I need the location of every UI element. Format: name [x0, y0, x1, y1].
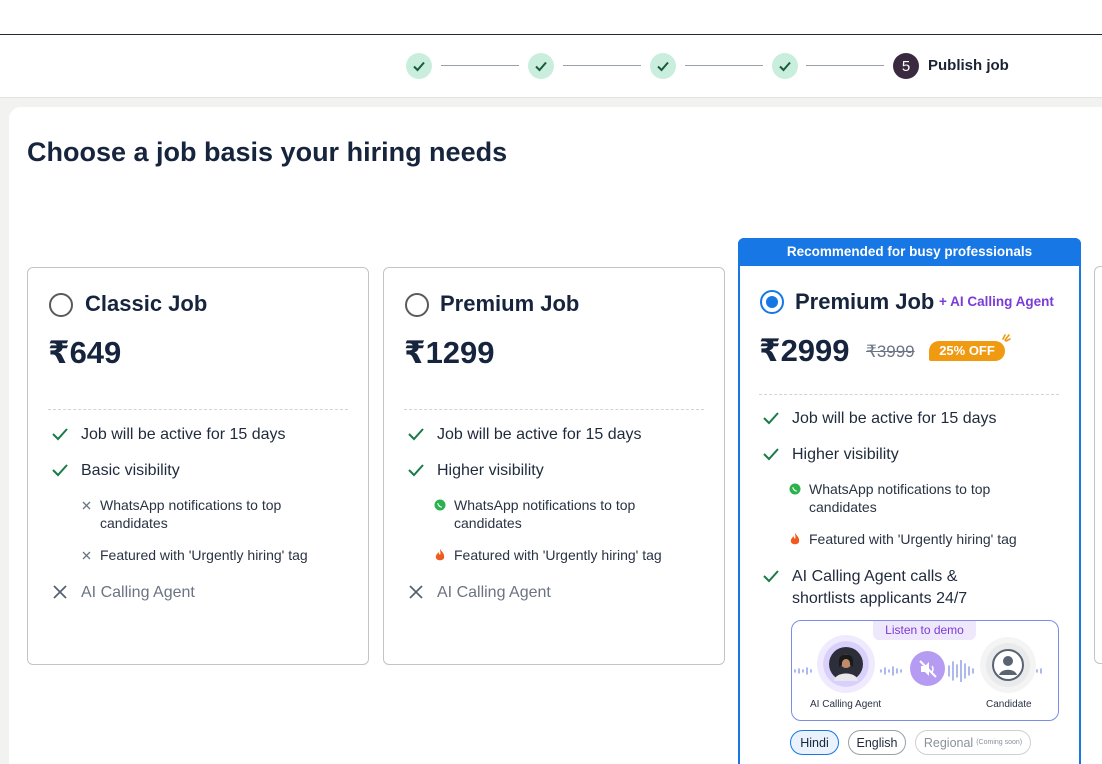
- step-3-check-icon: [650, 53, 676, 79]
- divider: [404, 409, 704, 410]
- check-icon: [49, 424, 71, 444]
- feature-item: Higher visibility: [405, 460, 544, 482]
- step-1-check-icon: [406, 53, 432, 79]
- feature-item-ai-agent: AI Calling Agent: [405, 582, 551, 604]
- sparkle-icon: [1002, 334, 1011, 342]
- step-connector: [563, 65, 641, 66]
- plan-title: Classic Job: [85, 291, 208, 316]
- plan-price: ₹1299: [404, 335, 495, 370]
- listen-demo-button[interactable]: Listen to demo: [873, 621, 976, 640]
- step-4-check-icon: [772, 53, 798, 79]
- progress-stepper: 5 Publish job: [0, 35, 1102, 98]
- plan-radio-premium[interactable]: [405, 293, 429, 317]
- sub-feature-item: Featured with 'Urgently hiring' tag: [434, 546, 704, 564]
- feature-item: Job will be active for 15 days: [760, 408, 997, 430]
- small-x-icon: [80, 498, 92, 512]
- plan-price: ₹2999: [759, 333, 850, 368]
- step-connector: [441, 65, 519, 66]
- language-chip-english[interactable]: English: [848, 730, 906, 755]
- feature-item: Job will be active for 15 days: [49, 424, 286, 446]
- sub-feature-item: Featured with 'Urgently hiring' tag: [80, 546, 340, 564]
- sub-feature-item: Featured with 'Urgently hiring' tag: [789, 530, 1059, 548]
- language-chip-regional: Regional (Coming soon): [915, 730, 1031, 755]
- check-icon: [49, 460, 71, 480]
- addon-label: + AI Calling Agent: [939, 294, 1054, 309]
- plan-title: Premium Job: [440, 291, 580, 316]
- feature-item-ai-agent: AI Calling Agent: [49, 582, 195, 604]
- plan-title: Premium Job: [795, 289, 935, 314]
- page-title: Choose a job basis your hiring needs: [27, 137, 508, 167]
- feature-item: Job will be active for 15 days: [405, 424, 642, 446]
- divider: [48, 409, 348, 410]
- language-chip-hindi[interactable]: Hindi: [790, 730, 839, 755]
- step-connector: [685, 65, 763, 66]
- divider: [759, 394, 1059, 395]
- plan-radio-premium-ai[interactable]: [760, 290, 784, 314]
- sub-feature-item: WhatsApp notifications to top candidates: [80, 496, 330, 532]
- plan-radio-classic[interactable]: [49, 293, 73, 317]
- x-icon: [405, 582, 427, 602]
- whatsapp-icon: [789, 482, 801, 496]
- whatsapp-icon: [434, 498, 446, 512]
- step-2-check-icon: [528, 53, 554, 79]
- check-icon: [760, 444, 782, 464]
- plan-price: ₹649: [48, 335, 122, 370]
- current-step-label: Publish job: [928, 57, 1009, 74]
- agent-photo-icon: [829, 647, 863, 681]
- fire-icon: [789, 532, 801, 546]
- check-icon: [760, 566, 782, 586]
- sub-feature-item: WhatsApp notifications to top candidates: [789, 480, 1039, 516]
- current-step-number: 5: [893, 53, 919, 79]
- check-icon: [760, 408, 782, 428]
- step-connector: [806, 65, 884, 66]
- original-price: ₹3999: [866, 342, 915, 361]
- check-icon: [405, 460, 427, 480]
- fire-icon: [434, 548, 446, 562]
- next-plan-card-edge: [1094, 266, 1102, 664]
- x-icon: [49, 582, 71, 602]
- feature-item-ai-agent: AI Calling Agent calls & shortlists appl…: [760, 566, 1060, 610]
- candidate-avatar: [980, 637, 1036, 693]
- check-icon: [405, 424, 427, 444]
- top-bar: [0, 0, 1102, 35]
- feature-item: Higher visibility: [760, 444, 899, 466]
- sub-feature-item: WhatsApp notifications to top candidates: [434, 496, 684, 532]
- feature-item: Basic visibility: [49, 460, 180, 482]
- user-icon: [992, 649, 1024, 681]
- agent-caption: AI Calling Agent: [810, 699, 882, 710]
- recommended-banner: Recommended for busy professionals: [738, 238, 1081, 266]
- discount-badge: 25% OFF: [929, 341, 1005, 361]
- mute-icon[interactable]: [910, 651, 945, 686]
- small-x-icon: [80, 548, 92, 562]
- candidate-caption: Candidate: [986, 699, 1032, 710]
- ai-agent-avatar: [817, 635, 875, 693]
